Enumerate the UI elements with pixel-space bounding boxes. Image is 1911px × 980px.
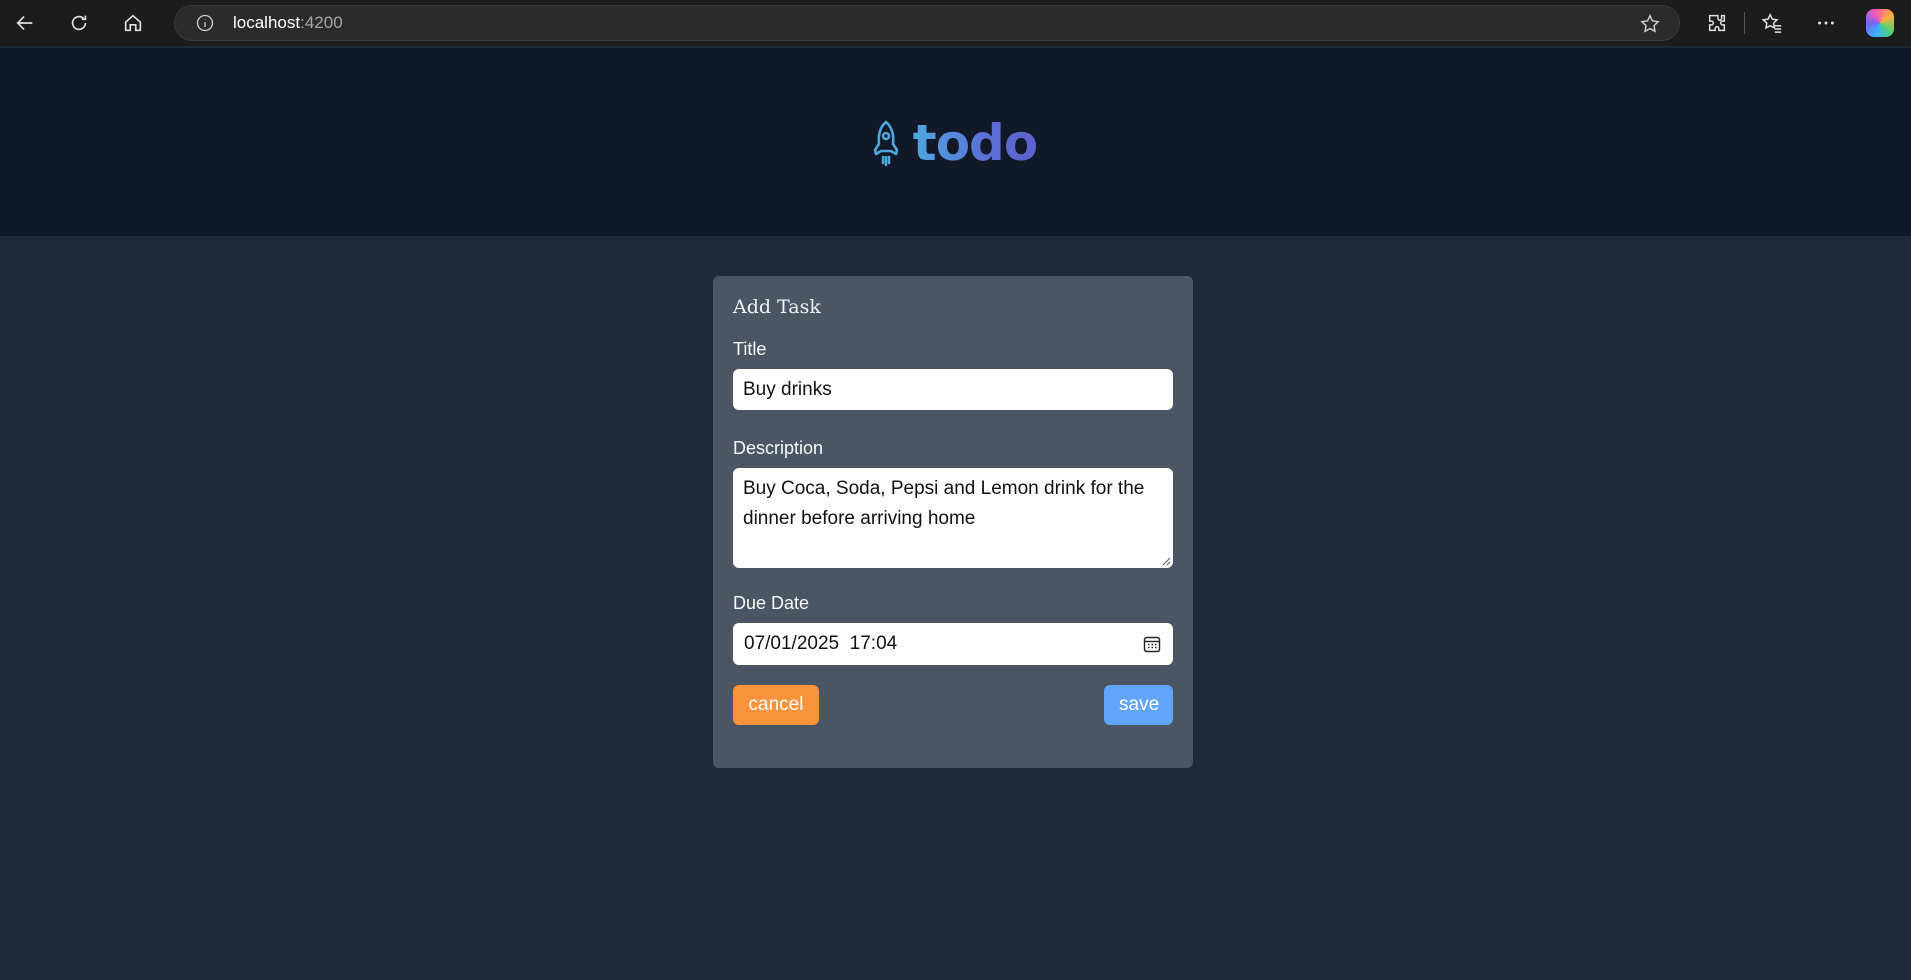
refresh-icon	[71, 15, 87, 31]
rocket-icon	[873, 120, 899, 167]
app-title: todo	[912, 114, 1038, 172]
title-input[interactable]: Buy drinks	[733, 369, 1173, 410]
address-bar[interactable]: localhost:4200	[174, 5, 1680, 41]
page: todo Add Task Title Buy drinks Descripti…	[0, 48, 1911, 980]
copilot-icon	[1866, 9, 1894, 37]
refresh-button[interactable]	[52, 0, 106, 46]
description-label: Description	[733, 438, 824, 458]
copilot-button[interactable]	[1853, 0, 1907, 46]
back-button[interactable]	[0, 0, 52, 46]
due-date-label: Due Date	[733, 593, 810, 613]
extensions-icon	[1708, 14, 1726, 32]
browser-toolbar: localhost:4200	[0, 0, 1911, 46]
star-icon[interactable]	[1639, 13, 1661, 35]
form-actions: cancel save	[733, 685, 1173, 725]
app-header: todo	[0, 48, 1911, 236]
home-icon	[124, 14, 142, 32]
more-button[interactable]	[1799, 0, 1853, 46]
title-label: Title	[733, 339, 767, 359]
more-icon	[1818, 21, 1834, 25]
home-button[interactable]	[106, 0, 160, 46]
description-text: Buy Coca, Soda, Pepsi and Lemon drink fo…	[743, 478, 1145, 529]
description-textarea[interactable]: Buy Coca, Soda, Pepsi and Lemon drink fo…	[733, 468, 1173, 568]
extensions-button[interactable]	[1690, 0, 1744, 46]
app-logo: todo	[869, 114, 1038, 172]
back-icon	[16, 15, 33, 31]
due-date-value: 07/01/2025 17:04	[744, 633, 898, 654]
favorites-icon	[1761, 13, 1782, 33]
save-button[interactable]: save	[1104, 685, 1173, 725]
add-task-card: Add Task Title Buy drinks Description Bu…	[713, 276, 1193, 768]
url-text[interactable]: localhost:4200	[233, 13, 343, 33]
resize-grip-icon[interactable]	[1161, 556, 1171, 566]
cancel-button[interactable]: cancel	[733, 685, 819, 725]
favorites-button[interactable]	[1745, 0, 1799, 46]
due-date-input[interactable]: 07/01/2025 17:04	[733, 623, 1173, 665]
card-heading: Add Task	[733, 296, 821, 318]
info-icon[interactable]	[195, 13, 215, 33]
calendar-icon[interactable]	[1142, 634, 1162, 654]
